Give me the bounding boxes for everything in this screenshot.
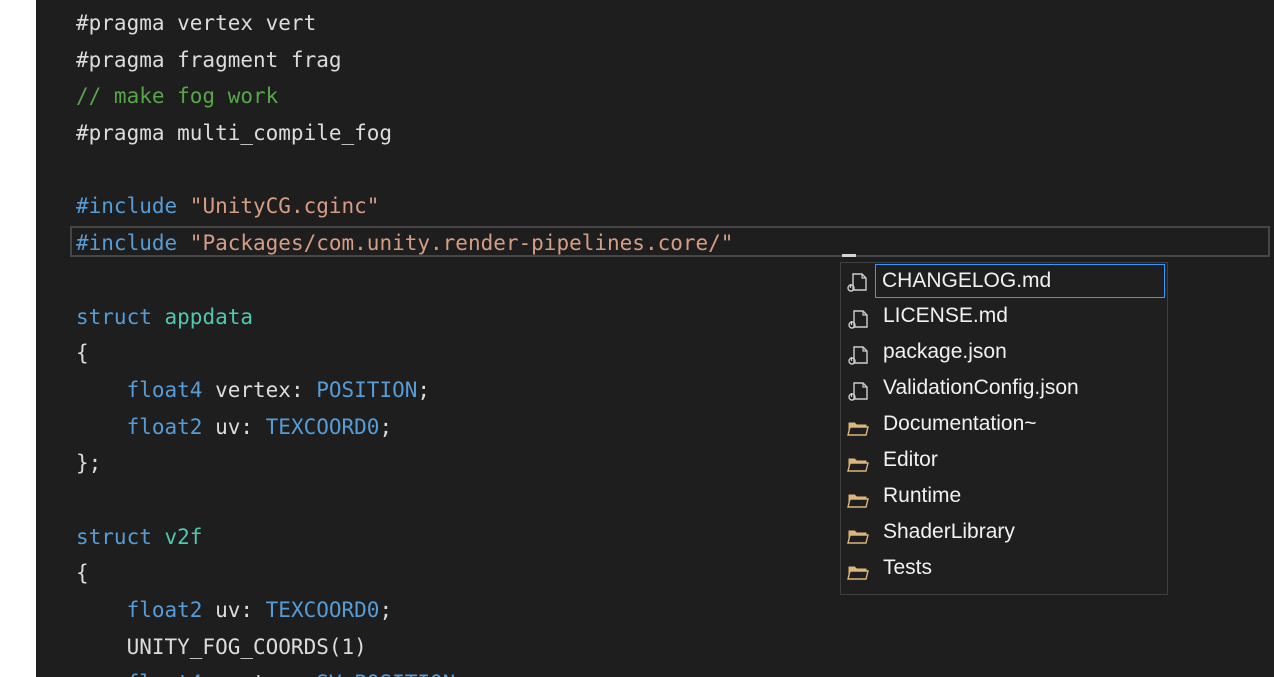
folder-icon [847, 522, 869, 544]
code-token: }; [76, 451, 102, 476]
code-line[interactable]: struct appdata [76, 299, 733, 336]
code-line[interactable] [76, 152, 733, 189]
completion-item-label: Editor [883, 448, 938, 471]
code-token: ; [417, 377, 431, 402]
completion-item[interactable]: Tests [841, 550, 1167, 586]
file-icon [847, 342, 869, 365]
code-line[interactable]: float2 uv: TEXCOORD0; [76, 592, 733, 629]
code-token: float4 [127, 671, 203, 677]
code-line[interactable]: // make fog work [76, 78, 733, 115]
completion-item[interactable]: Documentation~ [841, 406, 1167, 442]
completion-item[interactable]: CHANGELOG.md [847, 264, 1165, 298]
code-line[interactable]: float4 vertex: POSITION; [76, 372, 733, 409]
code-line[interactable]: #pragma fragment frag [76, 42, 733, 79]
file-icon [847, 378, 869, 401]
code-token: #pragma multi_compile_fog [76, 121, 393, 146]
code-token: "Packages/com.unity.render-pipelines.cor… [189, 231, 734, 256]
code-token: "UnityCG.cginc" [189, 194, 380, 219]
code-line[interactable]: }; [76, 445, 733, 482]
code-token: #include [76, 231, 190, 256]
code-line[interactable]: UNITY_FOG_COORDS(1) [76, 629, 733, 666]
completion-item-label: Documentation~ [883, 412, 1037, 435]
code-line[interactable]: struct v2f [76, 519, 733, 556]
intellisense-completion-list[interactable]: CHANGELOG.md LICENSE.md package.json Valida… [840, 262, 1168, 595]
code-token: ; [379, 598, 393, 622]
completion-item[interactable]: ValidationConfig.json [841, 370, 1167, 406]
code-token: v2f [164, 524, 203, 549]
code-line[interactable] [76, 262, 733, 299]
completion-item-label: LICENSE.md [883, 304, 1008, 327]
file-icon [847, 306, 869, 329]
code-token: uv: [202, 414, 266, 439]
code-token: TEXCOORD0 [265, 414, 380, 439]
code-token: float2 [126, 414, 203, 439]
code-token: ; [455, 671, 468, 677]
code-token: // make fog work [76, 84, 279, 109]
completion-item-label: ValidationConfig.json [883, 376, 1079, 399]
code-line[interactable]: #include "Packages/com.unity.render-pipe… [76, 225, 733, 262]
code-token: appdata [164, 304, 254, 329]
code-line[interactable]: #pragma vertex vert [76, 5, 733, 42]
code-line[interactable]: #pragma multi_compile_fog [76, 115, 733, 152]
completion-item[interactable]: Editor [841, 442, 1167, 478]
completion-item[interactable]: ShaderLibrary [841, 514, 1167, 550]
completion-item[interactable]: LICENSE.md [841, 298, 1167, 334]
code-line[interactable]: float2 uv: TEXCOORD0; [76, 409, 733, 446]
completion-item-label: package.json [883, 340, 1007, 363]
code-line[interactable]: { [76, 335, 733, 372]
text-caret [842, 254, 856, 257]
code-token: { [76, 561, 89, 586]
completion-item-label: Tests [883, 556, 933, 579]
folder-icon [847, 450, 869, 472]
folder-icon [847, 414, 869, 436]
code-token: float4 [126, 377, 203, 402]
folder-icon [847, 486, 869, 508]
code-token: POSITION [316, 377, 418, 402]
code-token: #pragma vertex vert [76, 11, 317, 35]
file-icon [846, 271, 868, 292]
code-token: SV_POSITION [316, 671, 455, 677]
code-line[interactable]: float4 vertex: SV_POSITION; [76, 665, 733, 677]
code-token: { [76, 341, 89, 366]
code-token: float2 [126, 598, 203, 622]
code-token: #pragma fragment frag [76, 47, 342, 72]
completion-item[interactable]: Runtime [841, 478, 1167, 514]
folder-icon [847, 558, 869, 580]
completion-item-label: CHANGELOG.md [882, 269, 1052, 292]
completion-item-label: Runtime [883, 484, 962, 507]
code-token: ; [379, 414, 393, 439]
code-token: vertex: [202, 377, 317, 402]
code-token: vertex: [202, 671, 316, 677]
code-token: uv: [202, 598, 266, 622]
code-token: struct [76, 524, 165, 549]
code-line[interactable] [76, 482, 733, 519]
code-token: UNITY_FOG_COORDS(1) [76, 634, 367, 659]
completion-item[interactable]: package.json [841, 334, 1167, 370]
code-token: #include [76, 194, 190, 219]
code-line[interactable]: { [76, 555, 733, 592]
completion-item-label: ShaderLibrary [883, 520, 1015, 543]
code-area[interactable]: #pragma vertex vert #pragma fragment frag… [76, 0, 733, 677]
code-token: TEXCOORD0 [265, 598, 380, 622]
code-token: struct [76, 304, 165, 329]
code-line[interactable]: #include "UnityCG.cginc" [76, 188, 733, 225]
